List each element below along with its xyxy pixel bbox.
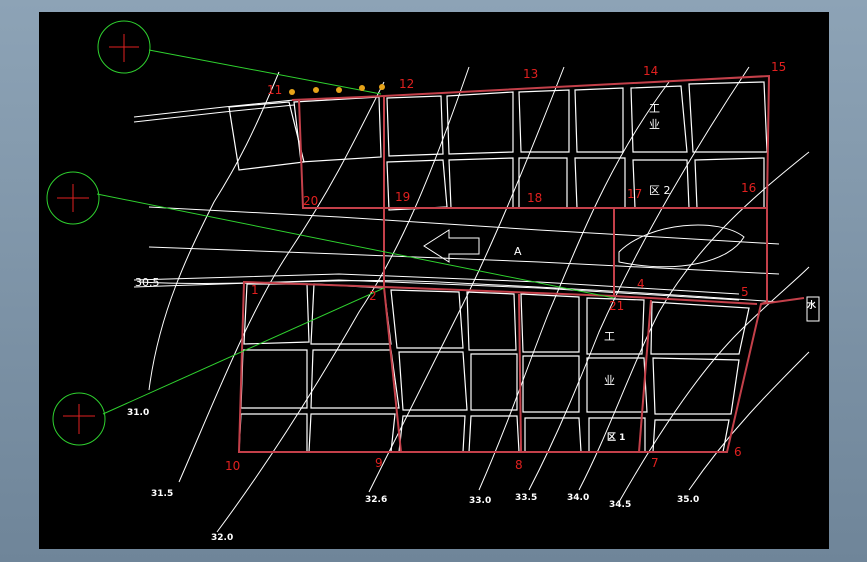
point-label-4: 4: [637, 277, 645, 291]
point-label-13: 13: [523, 67, 538, 81]
survey-lines: [46, 20, 615, 446]
contour-label-34-0: 34.0: [567, 493, 589, 503]
point-label-12: 12: [399, 77, 414, 91]
contour-label-33-0: 33.0: [469, 496, 491, 506]
label-water: 水: [807, 299, 817, 311]
contour-label-32-0: 32.0: [211, 533, 233, 543]
point-label-1: 1: [251, 283, 259, 297]
contour-label-30-5: 30.5: [135, 276, 160, 289]
contour-label-35-0: 35.0: [677, 495, 699, 505]
contour-32-0: [216, 66, 470, 533]
label-gong-south: 工: [604, 330, 615, 343]
contour-label-34-5: 34.5: [609, 500, 631, 510]
contour-31-0: [148, 71, 280, 391]
point-label-9: 9: [375, 456, 383, 470]
roads: [133, 99, 780, 301]
label-gong-north: 工: [649, 102, 660, 115]
point-label-6: 6: [734, 445, 742, 459]
contour-35-0: [688, 351, 810, 491]
label-area-1: 区 1: [607, 432, 625, 443]
property-boundary: [237, 74, 805, 453]
label-ye-north: 业: [649, 118, 660, 131]
point-label-15: 15: [771, 60, 786, 74]
label-a: A: [514, 245, 522, 258]
point-label-16: 16: [741, 181, 756, 195]
point-label-2: 2: [369, 289, 377, 303]
point-label-18: 18: [527, 191, 542, 205]
flow-arrow: [423, 229, 480, 263]
point-label-10: 10: [225, 459, 240, 473]
point-label-5: 5: [741, 285, 749, 299]
window-frame: 区 2 区 1 工 业 工 业 A 水 1 2 4 5 6 7 8 9 10 1…: [0, 0, 867, 562]
point-label-20: 20: [303, 194, 318, 208]
point-label-19: 19: [395, 190, 410, 204]
label-ye-south: 业: [604, 374, 615, 387]
contour-label-31-0: 31.0: [127, 408, 149, 418]
point-label-8: 8: [515, 458, 523, 472]
cad-drawing-canvas[interactable]: 区 2 区 1 工 业 工 业 A 水 1 2 4 5 6 7 8 9 10 1…: [39, 12, 829, 549]
point-label-11: 11: [267, 83, 282, 97]
label-area-2: 区 2: [649, 184, 671, 197]
point-labels: 1 2 4 5 6 7 8 9 10 11 12 13 14 15 16 17 …: [225, 60, 786, 473]
point-label-17: 17: [627, 187, 642, 201]
contour-label-31-5: 31.5: [151, 489, 173, 499]
pond-outline: [618, 224, 745, 268]
contour-label-33-5: 33.5: [515, 493, 537, 503]
contour-label-32-6: 32.6: [365, 495, 387, 505]
north-blocks: [228, 81, 768, 211]
south-blocks: [238, 283, 750, 453]
point-label-21: 21: [609, 299, 624, 313]
point-label-7: 7: [651, 456, 659, 470]
survey-marker-crosses: [57, 34, 139, 434]
point-label-14: 14: [643, 64, 658, 78]
block-labels: 区 2 区 1 工 业 工 业 A 水: [514, 102, 817, 443]
site-plan-drawing: 区 2 区 1 工 业 工 业 A 水 1 2 4 5 6 7 8 9 10 1…: [46, 20, 820, 543]
